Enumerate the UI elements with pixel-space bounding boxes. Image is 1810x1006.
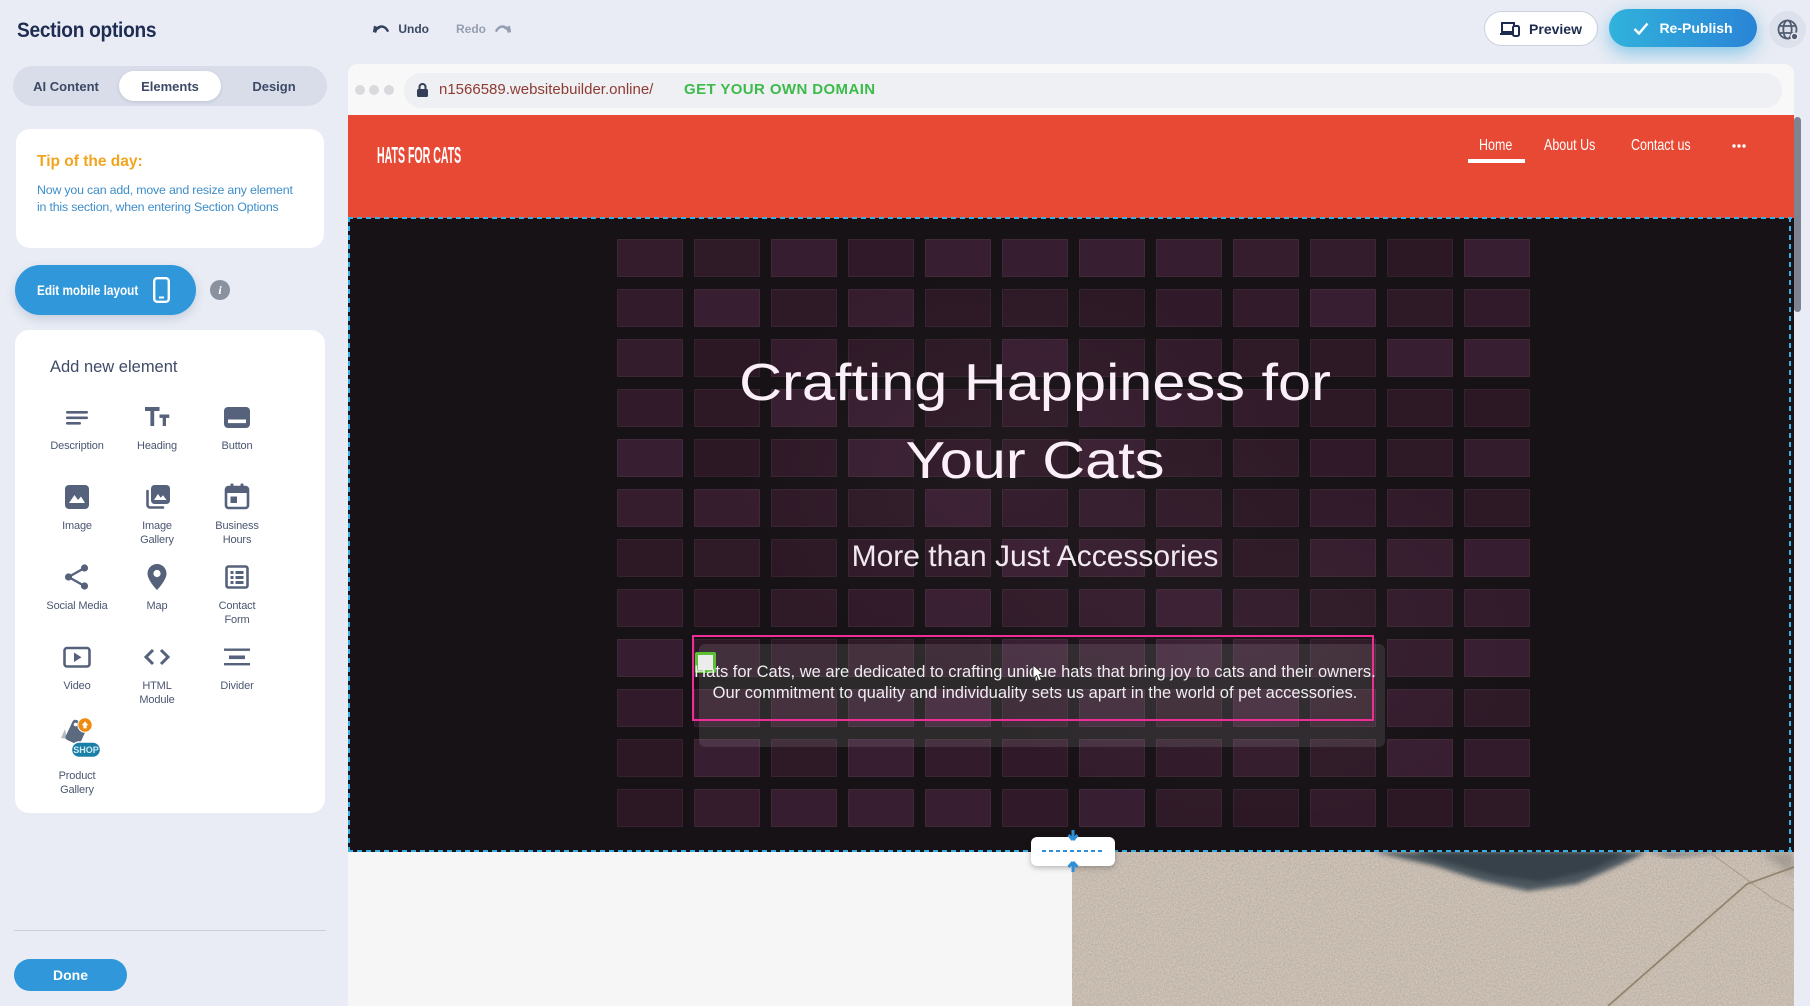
svg-text:SHOP: SHOP bbox=[73, 745, 99, 755]
